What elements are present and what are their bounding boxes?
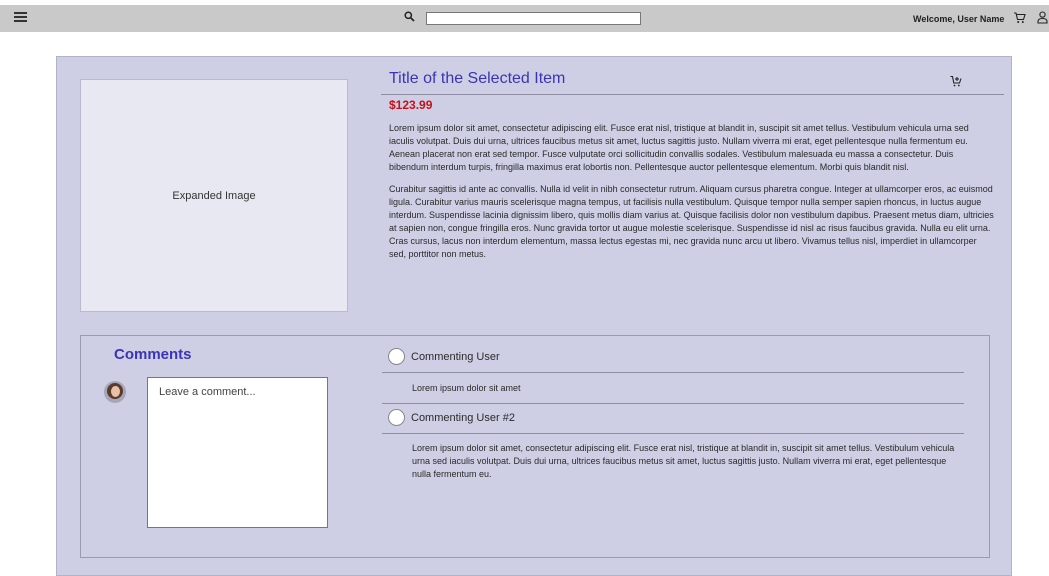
comment-divider [382, 433, 964, 434]
cart-icon[interactable] [1013, 11, 1026, 24]
comment-author-avatar [388, 409, 405, 426]
comment-author-name: Commenting User #2 [411, 411, 515, 424]
comment-text: Lorem ipsum dolor sit amet [412, 383, 521, 393]
description-paragraph: Lorem ipsum dolor sit amet, consectetur … [389, 123, 969, 172]
comment-author-avatar [388, 348, 405, 365]
item-title: Title of the Selected Item [389, 70, 566, 87]
comment-author: Commenting User #2 [388, 409, 515, 426]
avatar [104, 381, 126, 403]
comments-section: Comments Commenting User Lorem ipsum dol… [80, 335, 990, 558]
title-divider [381, 94, 1004, 95]
comments-heading: Comments [114, 346, 192, 363]
expanded-image[interactable]: Expanded Image [80, 79, 348, 312]
comment-text: Lorem ipsum dolor sit amet, consectetur … [412, 443, 955, 479]
search-input[interactable] [426, 12, 641, 25]
search-icon[interactable] [404, 11, 415, 22]
welcome-text: Welcome, User Name [913, 14, 1005, 24]
expanded-image-label: Expanded Image [172, 189, 256, 202]
comment-divider [382, 372, 964, 373]
hamburger-menu-icon[interactable] [14, 12, 27, 24]
comment-divider [382, 403, 964, 404]
item-detail-panel: Expanded Image Title of the Selected Ite… [56, 56, 1012, 576]
comment-author: Commenting User [388, 348, 500, 365]
top-bar: Welcome, User Name [0, 5, 1049, 32]
item-description: Lorem ipsum dolor sit amet, consectetur … [389, 122, 995, 270]
add-to-cart-icon[interactable] [950, 75, 962, 87]
comment-input[interactable] [147, 377, 328, 528]
item-price: $123.99 [389, 98, 433, 112]
description-paragraph: Curabitur sagittis id ante ac convallis.… [389, 184, 994, 259]
user-icon[interactable] [1037, 11, 1048, 24]
comment-author-name: Commenting User [411, 350, 500, 363]
